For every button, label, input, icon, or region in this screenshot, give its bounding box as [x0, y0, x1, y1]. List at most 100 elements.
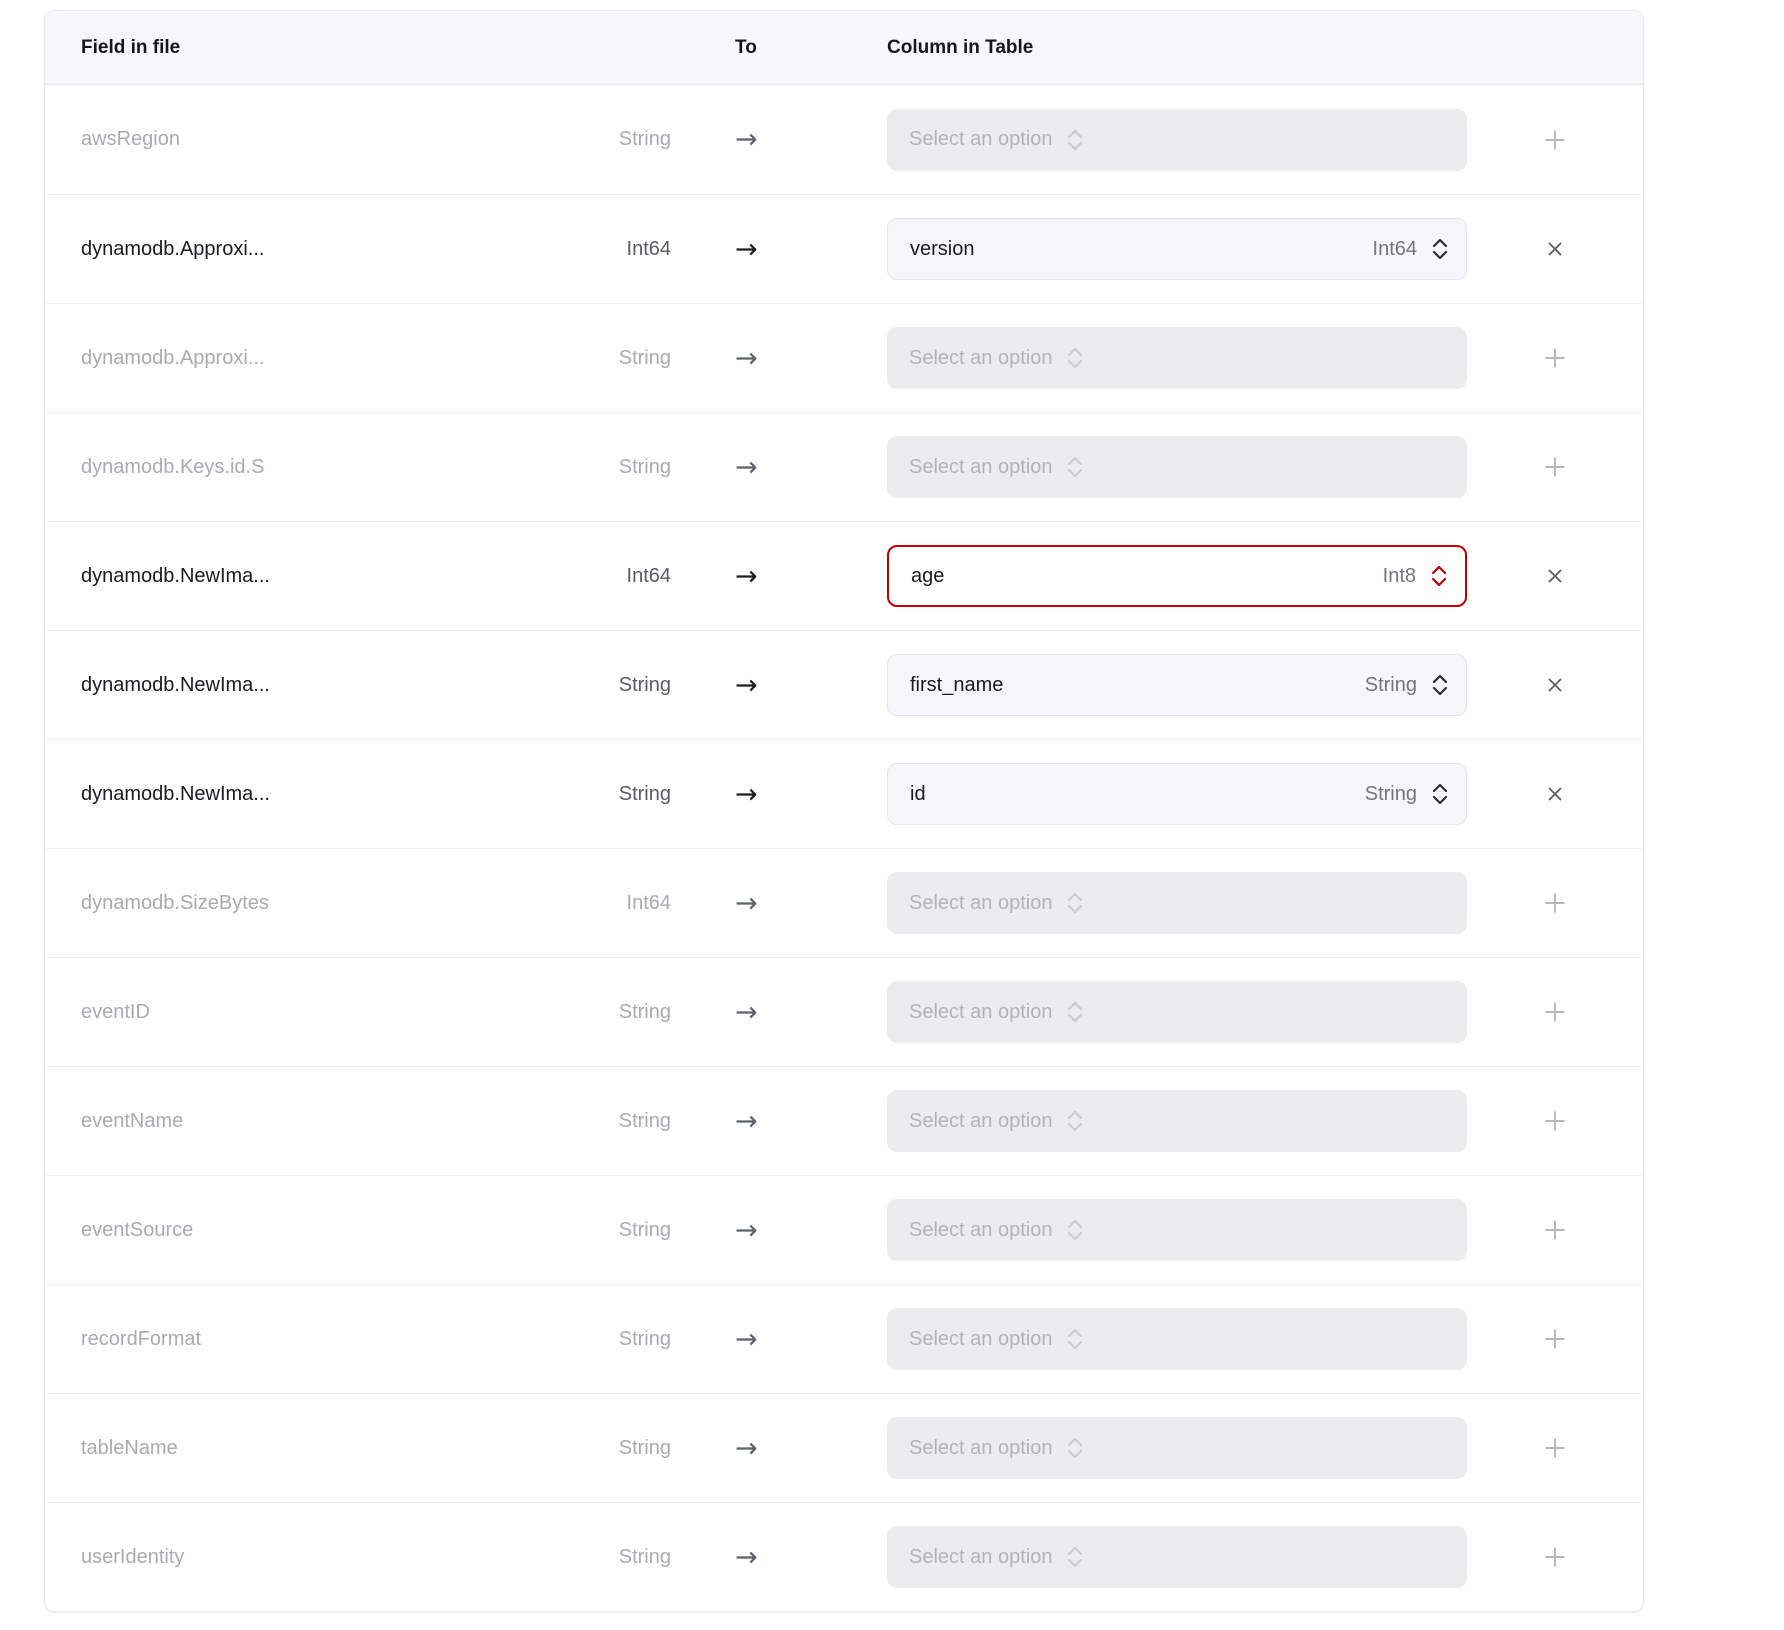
field-name: dynamodb.NewIma... — [81, 565, 511, 588]
field-name: userIdentity — [81, 1546, 511, 1569]
arrow-right-icon: → — [671, 1435, 887, 1462]
column-select[interactable]: id String — [887, 763, 1467, 825]
field-name: eventName — [81, 1110, 511, 1133]
field-type: String — [511, 456, 671, 479]
plus-icon — [1541, 1107, 1569, 1135]
arrow-right-icon: → — [671, 1217, 887, 1244]
field-type: String — [511, 1219, 671, 1242]
header-column-in-table: Column in Table — [887, 37, 1467, 59]
column-select-value: Select an option — [909, 1546, 1052, 1569]
field-type: String — [511, 1001, 671, 1024]
arrow-right-icon: → — [671, 1108, 887, 1135]
plus-icon — [1541, 453, 1569, 481]
chevron-updown-icon — [1430, 236, 1450, 262]
field-type: String — [511, 674, 671, 697]
add-mapping-button[interactable] — [1535, 120, 1575, 160]
mapping-row: eventSource String → Select an option — [45, 1175, 1643, 1284]
mapping-row: recordFormat String → Select an option — [45, 1284, 1643, 1393]
field-name: dynamodb.SizeBytes — [81, 892, 511, 915]
arrow-right-icon: → — [671, 563, 887, 590]
arrow-right-icon: → — [671, 454, 887, 481]
header-field-in-file: Field in file — [81, 37, 511, 59]
chevron-updown-icon — [1065, 1108, 1085, 1134]
mapping-rows: awsRegion String → Select an option — [45, 85, 1643, 1611]
column-select-value: Select an option — [909, 456, 1052, 479]
arrow-right-icon: → — [671, 345, 887, 372]
field-type: Int64 — [511, 565, 671, 588]
mapping-row: dynamodb.SizeBytes Int64 → Select an opt… — [45, 848, 1643, 957]
field-mapping-table: Field in file To Column in Table awsRegi… — [44, 10, 1644, 1612]
column-select-type: String — [1365, 674, 1417, 697]
chevron-updown-icon — [1065, 1217, 1085, 1243]
chevron-updown-icon — [1065, 454, 1085, 480]
mapping-row: dynamodb.NewIma... Int64 → age Int8 — [45, 521, 1643, 630]
chevron-updown-icon — [1065, 127, 1085, 153]
column-select[interactable]: Select an option — [887, 327, 1467, 389]
chevron-updown-icon — [1429, 563, 1449, 589]
mapping-row: userIdentity String → Select an option — [45, 1502, 1643, 1611]
plus-icon — [1541, 126, 1569, 154]
column-select-value: Select an option — [909, 1001, 1052, 1024]
field-name: eventSource — [81, 1219, 511, 1242]
plus-icon — [1541, 344, 1569, 372]
add-mapping-button[interactable] — [1535, 1101, 1575, 1141]
add-mapping-button[interactable] — [1535, 1428, 1575, 1468]
plus-icon — [1541, 1216, 1569, 1244]
mapping-row: dynamodb.Keys.id.S String → Select an op… — [45, 412, 1643, 521]
mapping-row: awsRegion String → Select an option — [45, 85, 1643, 194]
column-select[interactable]: Select an option — [887, 1308, 1467, 1370]
add-mapping-button[interactable] — [1535, 447, 1575, 487]
remove-mapping-button[interactable] — [1538, 777, 1572, 811]
field-name: dynamodb.Keys.id.S — [81, 456, 511, 479]
arrow-right-icon: → — [671, 672, 887, 699]
add-mapping-button[interactable] — [1535, 883, 1575, 923]
column-select[interactable]: first_name String — [887, 654, 1467, 716]
column-select[interactable]: version Int64 — [887, 218, 1467, 280]
column-select[interactable]: Select an option — [887, 1526, 1467, 1588]
chevron-updown-icon — [1430, 672, 1450, 698]
plus-icon — [1541, 1325, 1569, 1353]
field-type: String — [511, 783, 671, 806]
add-mapping-button[interactable] — [1535, 992, 1575, 1032]
field-type: String — [511, 347, 671, 370]
header-to: To — [671, 37, 887, 59]
add-mapping-button[interactable] — [1535, 338, 1575, 378]
column-select-value: version — [910, 238, 974, 261]
add-mapping-button[interactable] — [1535, 1537, 1575, 1577]
column-select-value: Select an option — [909, 1219, 1052, 1242]
mapping-row: eventName String → Select an option — [45, 1066, 1643, 1175]
remove-mapping-button[interactable] — [1538, 559, 1572, 593]
plus-icon — [1541, 889, 1569, 917]
column-select-type: Int8 — [1383, 565, 1416, 588]
column-select[interactable]: Select an option — [887, 109, 1467, 171]
add-mapping-button[interactable] — [1535, 1319, 1575, 1359]
field-name: dynamodb.NewIma... — [81, 674, 511, 697]
field-name: eventID — [81, 1001, 511, 1024]
field-name: dynamodb.NewIma... — [81, 783, 511, 806]
remove-mapping-button[interactable] — [1538, 232, 1572, 266]
table-header-row: Field in file To Column in Table — [45, 11, 1643, 85]
mapping-row: dynamodb.NewIma... String → id String — [45, 739, 1643, 848]
add-mapping-button[interactable] — [1535, 1210, 1575, 1250]
close-icon — [1544, 238, 1566, 260]
column-select[interactable]: Select an option — [887, 1417, 1467, 1479]
remove-mapping-button[interactable] — [1538, 668, 1572, 702]
column-select[interactable]: Select an option — [887, 981, 1467, 1043]
field-type: Int64 — [511, 238, 671, 261]
column-select[interactable]: Select an option — [887, 436, 1467, 498]
mapping-row: dynamodb.Approxi... String → Select an o… — [45, 303, 1643, 412]
column-select-type: Int64 — [1373, 238, 1417, 261]
chevron-updown-icon — [1065, 890, 1085, 916]
column-select[interactable]: Select an option — [887, 872, 1467, 934]
arrow-right-icon: → — [671, 781, 887, 808]
column-select[interactable]: age Int8 — [887, 545, 1467, 607]
arrow-right-icon: → — [671, 126, 887, 153]
field-type: String — [511, 1328, 671, 1351]
column-select-value: Select an option — [909, 1328, 1052, 1351]
arrow-right-icon: → — [671, 236, 887, 263]
column-select-value: Select an option — [909, 1437, 1052, 1460]
column-select[interactable]: Select an option — [887, 1199, 1467, 1261]
column-select[interactable]: Select an option — [887, 1090, 1467, 1152]
arrow-right-icon: → — [671, 999, 887, 1026]
mapping-row: eventID String → Select an option — [45, 957, 1643, 1066]
